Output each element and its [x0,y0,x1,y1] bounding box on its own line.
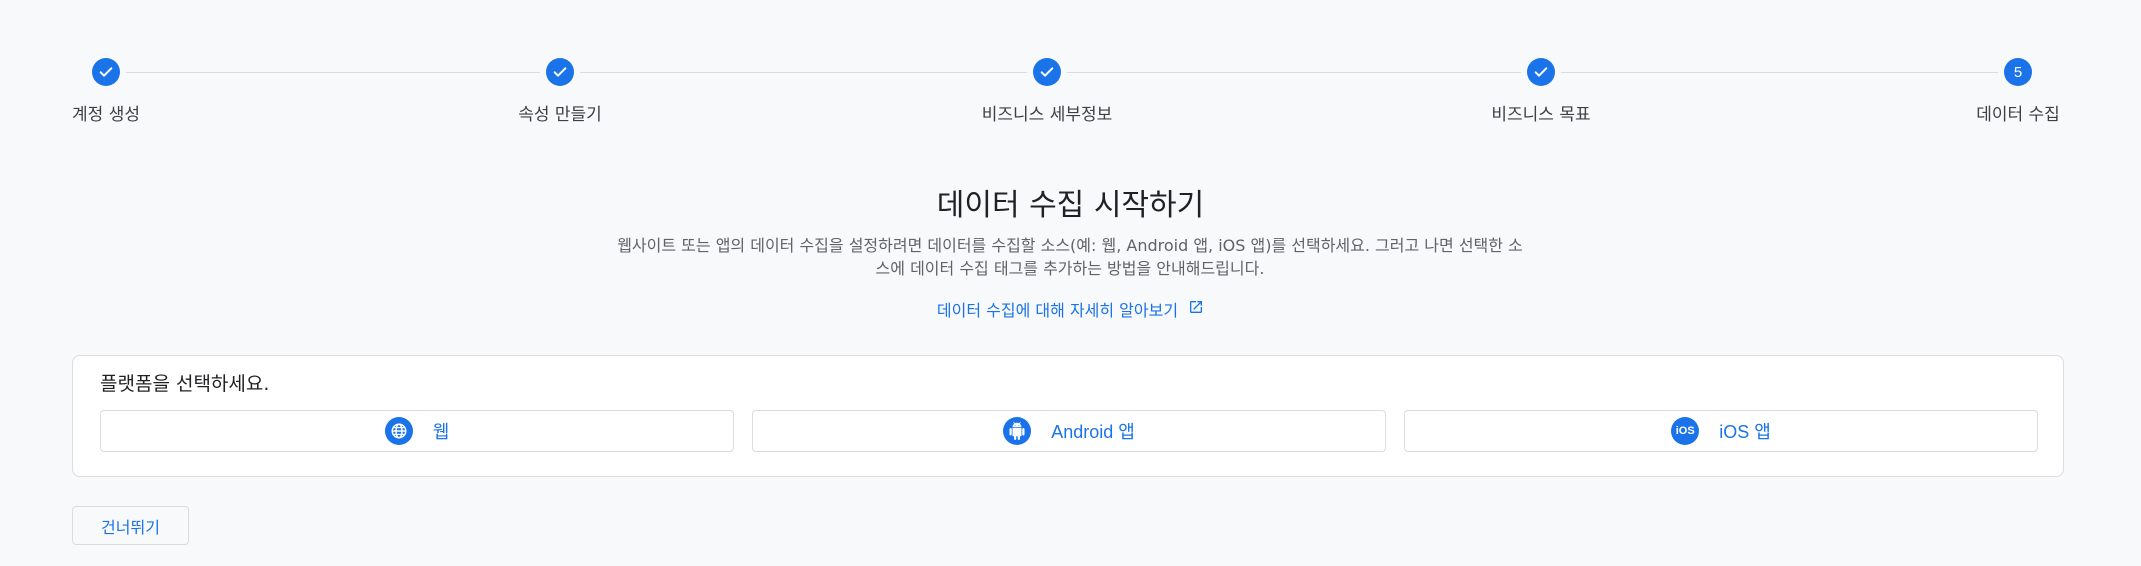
open-in-new-icon [1188,299,1204,319]
check-icon [1033,58,1061,86]
step-label: 비즈니스 세부정보 [981,105,1113,125]
android-platform-button[interactable]: Android 앱 [752,410,1386,452]
step-business-objectives: 비즈니스 목표 [1391,58,1691,125]
platform-card-title: 플랫폼을 선택하세요. [100,373,270,395]
step-label: 데이터 수집 [1976,105,2060,125]
learn-more-link[interactable]: 데이터 수집에 대해 자세히 알아보기 [937,297,1204,321]
web-platform-label: 웹 [432,422,450,442]
step-label: 속성 만들기 [518,105,602,125]
page-title: 데이터 수집 시작하기 [936,188,1205,223]
ios-icon: iOS [1671,417,1700,445]
android-icon [1003,417,1032,445]
progress-stepper: 계정 생성 속성 만들기 비즈니스 세부정보 비즈니스 목표 5 데이터 수집 [0,0,2141,140]
ios-platform-label: iOS 앱 [1719,422,1771,442]
step-label: 계정 생성 [72,105,140,125]
step-label: 비즈니스 목표 [1491,105,1591,125]
learn-more-container: 데이터 수집에 대해 자세히 알아보기 [0,297,2141,321]
platform-card: 플랫폼을 선택하세요. 웹 Android 앱 iOS iOS 앱 [72,355,2064,477]
globe-icon [384,417,413,445]
learn-more-label: 데이터 수집에 대해 자세히 알아보기 [936,301,1179,320]
page-description: 웹사이트 또는 앱의 데이터 수집을 설정하려면 데이터를 수집할 소스(예: … [617,236,1523,278]
android-platform-label: Android 앱 [1051,422,1135,442]
skip-button[interactable]: 건너뛰기 [72,506,189,545]
check-icon [546,58,574,86]
step-create-property: 속성 만들기 [410,58,710,125]
step-data-collection: 5 데이터 수집 [1868,58,2141,125]
check-icon [92,58,120,86]
step-create-account: 계정 생성 [0,58,256,125]
check-icon [1527,58,1555,86]
step-business-details: 비즈니스 세부정보 [897,58,1197,125]
web-platform-button[interactable]: 웹 [100,410,734,452]
step-number: 5 [2004,58,2032,86]
ios-platform-button[interactable]: iOS iOS 앱 [1404,410,2038,452]
